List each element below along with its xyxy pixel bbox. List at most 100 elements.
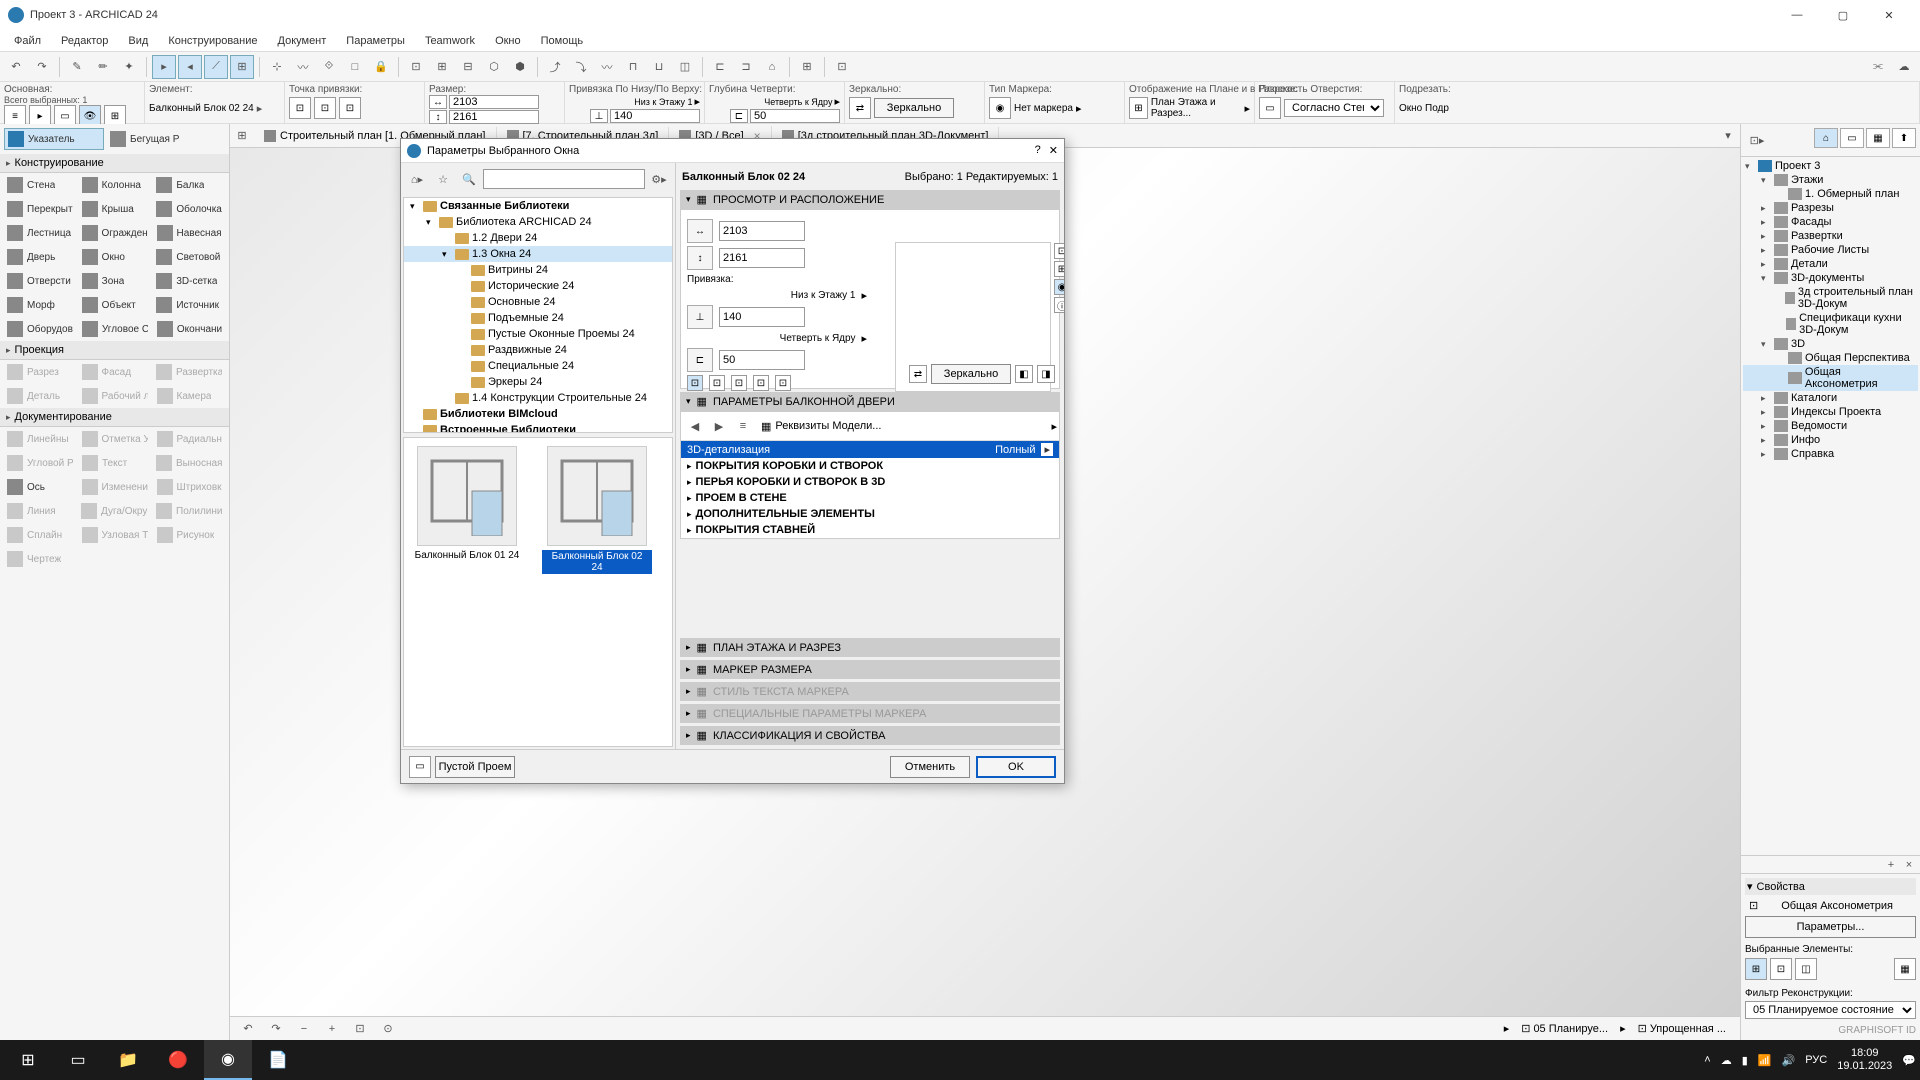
flip-1[interactable]: ⊡ <box>687 375 703 391</box>
height-input[interactable] <box>449 110 539 124</box>
props-btn-4[interactable]: ▦ <box>1894 958 1916 980</box>
graphisoft-id[interactable]: GRAPHISOFT ID <box>1745 1025 1916 1036</box>
tool-окончани[interactable]: Окончани <box>154 319 225 339</box>
tool-угловое с[interactable]: Угловое С <box>79 319 151 339</box>
section-documentation[interactable]: Документирование <box>0 408 229 427</box>
tb-icon-11[interactable]: ◫ <box>673 55 697 79</box>
cancel-button[interactable]: Отменить <box>890 756 970 778</box>
tool-окно[interactable]: Окно <box>79 247 151 267</box>
reveal-2[interactable]: ◨ <box>1037 365 1055 383</box>
prev-mode-3[interactable]: ◉ <box>1054 279 1064 295</box>
menu-view[interactable]: Вид <box>118 32 158 50</box>
nav-tab-project[interactable]: ⌂ <box>1814 128 1838 148</box>
tb-icon-5[interactable]: ⬢ <box>508 55 532 79</box>
nav-item[interactable]: Общая Аксонометрия <box>1743 365 1918 391</box>
section-classification[interactable]: ▦КЛАССИФИКАЦИЯ И СВОЙСТВА <box>680 726 1060 745</box>
tool-объект[interactable]: Объект <box>79 295 151 315</box>
tool-зона[interactable]: Зона <box>79 271 151 291</box>
start-button[interactable]: ⊞ <box>4 1040 52 1080</box>
flip-2[interactable]: ⊡ <box>709 375 725 391</box>
nav-list[interactable]: ≡ <box>731 414 755 438</box>
tool-огражден[interactable]: Огражден <box>79 223 151 243</box>
tool-ось[interactable]: Ось <box>4 477 76 497</box>
menu-options[interactable]: Параметры <box>336 32 415 50</box>
section-marker-size[interactable]: ▦МАРКЕР РАЗМЕРА <box>680 660 1060 679</box>
sq-button[interactable]: □ <box>343 55 367 79</box>
ruler-button[interactable]: 〰 <box>291 55 315 79</box>
library-search-input[interactable] <box>483 169 645 189</box>
notification-icon[interactable]: 💬 <box>1902 1054 1916 1067</box>
menu-edit[interactable]: Редактор <box>51 32 118 50</box>
lib-tree-item[interactable]: Пустые Оконные Проемы 24 <box>404 326 672 342</box>
lib-tree-item[interactable]: Раздвижные 24 <box>404 342 672 358</box>
detail-3d-row[interactable]: 3D-детализация Полный▸ <box>681 441 1059 458</box>
dlg-quarter-input[interactable] <box>719 350 805 370</box>
section-preview-pos[interactable]: ▦ПРОСМОТР И РАСПОЛОЖЕНИЕ <box>680 190 1060 209</box>
tool-крыша[interactable]: Крыша <box>79 199 151 219</box>
nav-item[interactable]: ▾Этажи <box>1743 173 1918 187</box>
nav-tab-view[interactable]: ▭ <box>1840 128 1864 148</box>
nav-item[interactable]: ▾3D <box>1743 337 1918 351</box>
tabs-grid-icon[interactable]: ⊞ <box>230 124 254 148</box>
nav-item[interactable]: ▸Ведомости <box>1743 419 1918 433</box>
eyedrop-button[interactable]: ✎ <box>65 55 89 79</box>
tb-icon-7[interactable]: ⤵ <box>569 55 593 79</box>
cursor-mode-3[interactable]: ⟋ <box>204 55 228 79</box>
section-marker-text[interactable]: ▦СТИЛЬ ТЕКСТА МАРКЕРА <box>680 682 1060 701</box>
dialog-help-button[interactable]: ? <box>1035 144 1041 157</box>
quarter-input[interactable] <box>750 109 840 123</box>
link-icon[interactable]: ⫘ <box>1866 55 1890 79</box>
nav-prev[interactable]: ◀ <box>683 414 707 438</box>
props-btn-1[interactable]: ⊞ <box>1745 958 1767 980</box>
tray-wifi-icon[interactable]: 📶 <box>1758 1054 1772 1067</box>
hole-icon[interactable]: ▭ <box>1259 97 1281 119</box>
lib-tree-item[interactable]: Специальные 24 <box>404 358 672 374</box>
redo-button[interactable]: ↷ <box>30 55 54 79</box>
model-req-dropdown[interactable]: ▦Реквизиты Модели... <box>755 420 1051 433</box>
nav-next[interactable]: ▶ <box>707 414 731 438</box>
cloud-icon[interactable]: ☁ <box>1892 55 1916 79</box>
tabs-more-icon[interactable]: ▾ <box>1716 124 1740 148</box>
nav-item[interactable]: 3д строительный план 3D-Докум <box>1743 285 1918 311</box>
hole-select[interactable]: Согласно Стене <box>1284 99 1384 117</box>
pdf-button[interactable]: 📄 <box>254 1040 302 1080</box>
zoom-out-icon[interactable]: − <box>292 1017 316 1041</box>
dlg-home-icon[interactable]: ⌂▸ <box>405 167 429 191</box>
tool-оборудов[interactable]: Оборудов <box>4 319 76 339</box>
task-view-button[interactable]: ▭ <box>54 1040 102 1080</box>
dlg-width-input[interactable] <box>719 221 805 241</box>
props-btn-2[interactable]: ⊡ <box>1770 958 1792 980</box>
lock-button[interactable]: 🔒 <box>369 55 393 79</box>
section-plan[interactable]: ▦ПЛАН ЭТАЖА И РАЗРЕЗ <box>680 638 1060 657</box>
lib-tree-item[interactable]: ▾Связанные Библиотеки <box>404 198 672 214</box>
nav-item[interactable]: ▸Инфо <box>1743 433 1918 447</box>
lib-tree-item[interactable]: Встроенные Библиотеки <box>404 422 672 433</box>
nav-popup-icon[interactable]: ⊡▸ <box>1745 128 1769 152</box>
tb-icon-4[interactable]: ⬡ <box>482 55 506 79</box>
tool-световой[interactable]: Световой <box>153 247 225 267</box>
filter-select[interactable]: 05 Планируемое состояние <box>1745 1001 1916 1019</box>
lib-tree-item[interactable]: 1.2 Двери 24 <box>404 230 672 246</box>
tray-battery-icon[interactable]: ▮ <box>1742 1054 1748 1067</box>
nav-del-icon[interactable]: × <box>1900 858 1918 872</box>
cursor-mode-4[interactable]: ⊞ <box>230 55 254 79</box>
menu-window[interactable]: Окно <box>485 32 531 50</box>
dlg-search-icon[interactable]: 🔍 <box>457 167 481 191</box>
anchor-3[interactable]: ⊡ <box>339 97 361 119</box>
anchorv-input[interactable] <box>610 109 700 123</box>
tool-перекрыт[interactable]: Перекрыт <box>4 199 76 219</box>
tool-колонна[interactable]: Колонна <box>79 175 151 195</box>
nav-item[interactable]: ▸Фасады <box>1743 215 1918 229</box>
prev-mode-1[interactable]: ⊡ <box>1054 243 1064 259</box>
subsection[interactable]: ПОКРЫТИЯ КОРОБКИ И СТВОРОК <box>681 458 1059 474</box>
dlg-mirror-icon[interactable]: ⇄ <box>909 365 927 383</box>
menu-teamwork[interactable]: Teamwork <box>415 32 485 50</box>
dlg-fav-icon[interactable]: ☆ <box>431 167 455 191</box>
nav-item[interactable]: ▸Детали <box>1743 257 1918 271</box>
tool-arrow[interactable]: Указатель <box>4 128 104 150</box>
mirror-icon[interactable]: ⇄ <box>849 97 871 119</box>
tray-lang[interactable]: РУС <box>1805 1054 1827 1066</box>
mirror-btn[interactable]: Зеркально <box>874 98 954 118</box>
tool-морф[interactable]: Морф <box>4 295 76 315</box>
tool-marquee[interactable]: Бегущая Р <box>107 129 207 149</box>
